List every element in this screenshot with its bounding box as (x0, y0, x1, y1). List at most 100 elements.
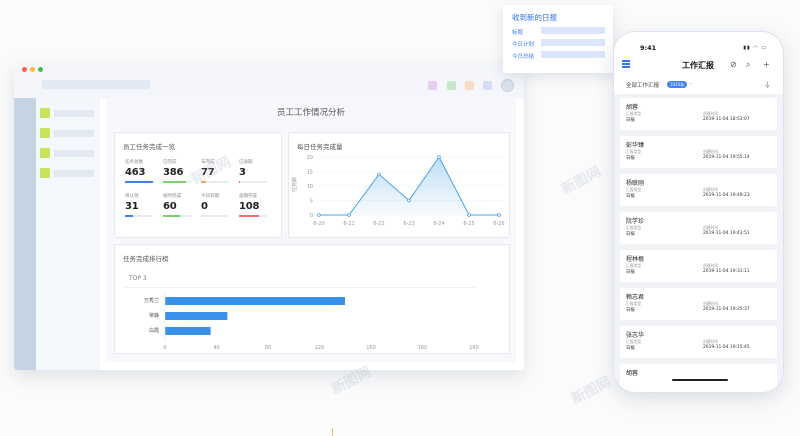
data-point (497, 213, 501, 217)
stat-tile[interactable]: 逾期完成 108 (239, 193, 273, 217)
daily-chart-card: 每日任务完成量 0 5 10 15 20 任务数 6-20 6-21 6-22 6-23 6-24 6… (288, 132, 510, 238)
x-tick-label: 6-20 (313, 221, 324, 227)
stat-tile[interactable]: 今日到期 0 (201, 193, 235, 217)
data-point (407, 198, 411, 203)
stat-progress-fill (125, 215, 134, 217)
bar (165, 327, 211, 335)
sidebar-item-label (54, 110, 94, 117)
report-card[interactable]: 杨联刚 汇报类型 日报 创建时间 2019-11-04 19:49:23 (620, 174, 777, 206)
stat-value: 463 (125, 167, 146, 178)
main-content: 员工工作情况分析 员工任务完成一览 任务总数 463 已完成 386 未完成 77 已逾期 3… (106, 98, 516, 362)
report-type: 日报 (626, 308, 635, 313)
stat-value: 3 (239, 167, 246, 178)
notification-title: 收到新的日报 (512, 13, 557, 22)
daily-chart-title: 每日任务完成量 (297, 143, 343, 151)
report-name: 赖志君 (626, 294, 645, 301)
x-tick-label: 160 (469, 345, 479, 351)
toolbar-icon-1[interactable] (428, 81, 437, 90)
stat-label: 按时完成 (163, 194, 181, 199)
stat-tile[interactable]: 按时完成 60 (163, 193, 197, 217)
daily-chart: 0 5 10 15 20 任务数 6-20 6-21 6-22 6-23 6-24 6-25 6-26 (291, 155, 505, 227)
sidebar-item-icon (40, 168, 50, 178)
y-tick-label: 0 (310, 213, 313, 219)
stat-label: 已完成 (163, 160, 177, 165)
notification-popup[interactable]: 收到新的日报 标题 今日计划 今日总结 (503, 5, 613, 73)
stat-progress (239, 215, 267, 217)
status-icons: ▮▮ ◠ ▭ (743, 45, 767, 51)
avatar[interactable] (501, 79, 514, 92)
sidebar-item-label (54, 130, 94, 137)
data-point (437, 155, 441, 159)
x-tick-label: 160 (366, 345, 376, 351)
x-tick-label: 6-26 (493, 221, 504, 227)
sidebar-item-4[interactable] (40, 168, 96, 178)
toolbar-icon-2[interactable] (447, 81, 456, 90)
desktop-window: 员工工作情况分析 员工任务完成一览 任务总数 463 已完成 386 未完成 77 已逾期 3… (14, 64, 524, 370)
slash-circle-icon[interactable]: ⊘ (730, 60, 737, 69)
report-type: 日报 (626, 194, 635, 199)
watermark: 新图网 (569, 373, 614, 408)
report-list: 胡蓉 汇报类型 日报 创建时间 2019-11-04 18:53:07 彭华臻 汇报类型 日报… (614, 94, 783, 392)
data-point (377, 172, 381, 177)
stat-tile[interactable]: 已逾期 3 (239, 159, 273, 183)
stat-progress (163, 215, 191, 217)
menu-icon[interactable] (622, 60, 632, 68)
plus-icon[interactable]: + (763, 60, 770, 69)
stat-progress-fill (239, 181, 241, 183)
report-time: 2019-11-04 19:43:51 (703, 231, 750, 236)
filter-dropdown[interactable]: 全部工作汇报 (626, 81, 659, 89)
report-time: 2019-11-04 19:15:45 (703, 345, 750, 350)
ranking-card: 任务完成排行榜 TOP 3 万秀兰 常静 白霞 0 40 80 120 160 160 160 (114, 244, 510, 354)
category-label: 万秀兰 (144, 297, 159, 304)
report-card[interactable]: 胡蓉 汇报类型 日报 创建时间 2019-11-04 18:53:07 (620, 98, 777, 130)
chevron-down-icon[interactable]: ⌄ (689, 80, 693, 86)
ranking-title: 任务完成排行榜 (123, 255, 169, 263)
sidebar-item-icon (40, 148, 50, 158)
search-icon[interactable]: ⌕ (746, 60, 750, 70)
stat-progress (125, 181, 153, 183)
report-name: 杨联刚 (626, 180, 645, 187)
ranking-subtitle: TOP 3 (129, 275, 147, 282)
y-tick-label: 15 (307, 169, 313, 175)
toolbar-icon-3[interactable] (465, 81, 474, 90)
watermark: 新图网 (559, 163, 604, 198)
notification-row-label: 今日计划 (512, 42, 535, 48)
report-card[interactable]: 张志华 汇报类型 日报 创建时间 2019-11-04 19:15:45 (620, 326, 777, 358)
report-type: 日报 (626, 346, 635, 351)
close-dot[interactable] (22, 67, 27, 72)
stat-progress-fill (125, 181, 153, 183)
stat-progress-fill (163, 181, 187, 183)
stat-progress (125, 215, 153, 217)
report-card[interactable]: 彭华臻 汇报类型 日报 创建时间 2019-11-04 19:55:14 (620, 136, 777, 168)
minimize-dot[interactable] (30, 67, 35, 72)
stat-tile[interactable]: 待认领 31 (125, 193, 159, 217)
report-type: 日报 (626, 156, 635, 161)
x-tick-label: 120 (315, 345, 325, 351)
toolbar-icon-4[interactable] (483, 81, 492, 90)
stat-tile[interactable]: 任务总数 463 (125, 159, 159, 183)
notification-field (541, 51, 605, 58)
filter-icon[interactable]: ⏚ (764, 80, 771, 90)
address-bar[interactable] (42, 80, 150, 89)
x-tick-label: 6-22 (373, 221, 384, 227)
y-tick-label: 10 (307, 184, 313, 190)
marker (332, 428, 333, 436)
report-card[interactable]: 阮学珍 汇报类型 日报 创建时间 2019-11-04 19:43:51 (620, 212, 777, 244)
sidebar-item-2[interactable] (40, 128, 96, 138)
x-tick-label: 0 (163, 345, 166, 351)
divider (125, 287, 475, 288)
maximize-dot[interactable] (38, 67, 43, 72)
report-name: 阮学珍 (626, 218, 645, 225)
data-point (347, 213, 351, 217)
x-tick-label: 6-23 (403, 221, 414, 227)
sidebar-item-3[interactable] (40, 148, 96, 158)
ranking-chart: 万秀兰常静白霞 0 40 80 120 160 160 160 (144, 293, 479, 351)
report-name: 胡蓉 (626, 104, 639, 111)
stat-progress (201, 215, 229, 217)
stage: 员工工作情况分析 员工任务完成一览 任务总数 463 已完成 386 未完成 77 已逾期 3… (0, 0, 800, 436)
y-tick-label: 20 (307, 155, 313, 161)
report-card[interactable]: 程林根 汇报类型 日报 创建时间 2019-11-04 19:31:11 (620, 250, 777, 282)
report-time: 2019-11-04 19:31:11 (703, 269, 750, 274)
sidebar-item-1[interactable] (40, 108, 96, 118)
report-card[interactable]: 赖志君 汇报类型 日报 创建时间 2019-11-04 19:25:37 (620, 288, 777, 320)
